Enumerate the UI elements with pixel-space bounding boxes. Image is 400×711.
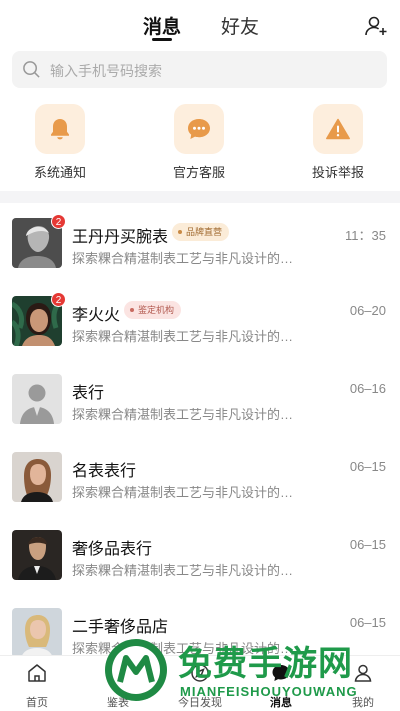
section-divider: [0, 191, 400, 203]
home-icon: [28, 664, 46, 682]
conversation-time: 06–15: [349, 459, 386, 474]
conversation-row[interactable]: 2 王丹丹买腕表 品牌直营 探索粿合精湛制表工艺与非凡设计的奢... 11：35: [0, 203, 400, 281]
conversation-name: 李火火: [72, 307, 121, 324]
conversation-time: 06–16: [349, 381, 386, 396]
conversation-preview: 探索粿合精湛制表工艺与非凡设计的奢...: [72, 329, 302, 344]
avatar: [12, 452, 62, 502]
tab-home-label: 首页: [26, 697, 48, 709]
add-user-icon[interactable]: [364, 14, 388, 38]
appraisal-tag: 鉴定机构: [124, 301, 182, 319]
conversation-time: 11：35: [345, 228, 386, 243]
unread-badge: 2: [51, 214, 66, 229]
official-support-button[interactable]: 官方客服: [154, 104, 244, 181]
search-icon: [23, 61, 40, 78]
quick-actions: 系统通知 官方客服 投诉举报: [0, 100, 400, 186]
search-placeholder: 输入手机号码搜索: [50, 63, 162, 79]
active-tab-indicator: [152, 38, 172, 41]
conversation-name: 名表表行: [72, 463, 137, 480]
bell-icon: [35, 104, 85, 154]
conversation-row[interactable]: 表行 探索粿合精湛制表工艺与非凡设计的奢... 06–16: [0, 359, 400, 437]
tab-messages[interactable]: 消息: [143, 12, 181, 39]
conversation-preview: 探索粿合精湛制表工艺与非凡设计的奢...: [72, 407, 302, 422]
search-bar[interactable]: 输入手机号码搜索: [12, 51, 387, 88]
conversation-time: 06–20: [349, 303, 386, 318]
conversation-preview: 探索粿合精湛制表工艺与非凡设计的奢...: [72, 485, 302, 500]
avatar: [12, 530, 62, 580]
watermark-subtitle: MIANFEISHOUYOUWANG: [180, 684, 358, 699]
avatar: [12, 608, 62, 658]
default-avatar: [12, 374, 62, 424]
conversation-name: 表行: [72, 385, 105, 402]
conversation-time: 06–15: [349, 537, 386, 552]
watermark-logo-icon: [105, 639, 167, 701]
conversation-row[interactable]: 2 李火火 鉴定机构 探索粿合精湛制表工艺与非凡设计的奢... 06–20: [0, 281, 400, 359]
conversation-row[interactable]: 奢侈品表行 探索粿合精湛制表工艺与非凡设计的奢... 06–15: [0, 515, 400, 593]
system-notice-label: 系统通知: [33, 165, 86, 180]
top-header: 消息 好友: [0, 0, 400, 48]
unread-badge: 2: [51, 292, 66, 307]
conversation-name: 王丹丹买腕表: [72, 229, 169, 246]
conversation-preview: 探索粿合精湛制表工艺与非凡设计的奢...: [72, 563, 302, 578]
watermark: 免费手游网 MIANFEISHOUYOUWANG: [100, 628, 400, 711]
tab-friends[interactable]: 好友: [221, 12, 259, 39]
report-button[interactable]: 投诉举报: [293, 104, 383, 181]
conversation-row[interactable]: 名表表行 探索粿合精湛制表工艺与非凡设计的奢... 06–15: [0, 437, 400, 515]
warning-icon: [313, 104, 363, 154]
system-notice-button[interactable]: 系统通知: [15, 104, 105, 181]
tab-home[interactable]: 首页: [7, 662, 67, 710]
brand-tag: 品牌直营: [172, 223, 230, 241]
conversation-name: 奢侈品表行: [72, 541, 153, 558]
watermark-title: 免费手游网: [178, 645, 353, 683]
official-support-label: 官方客服: [172, 165, 225, 180]
conversation-preview: 探索粿合精湛制表工艺与非凡设计的奢...: [72, 251, 302, 266]
chat-bubble-icon: [174, 104, 224, 154]
report-label: 投诉举报: [311, 165, 364, 180]
